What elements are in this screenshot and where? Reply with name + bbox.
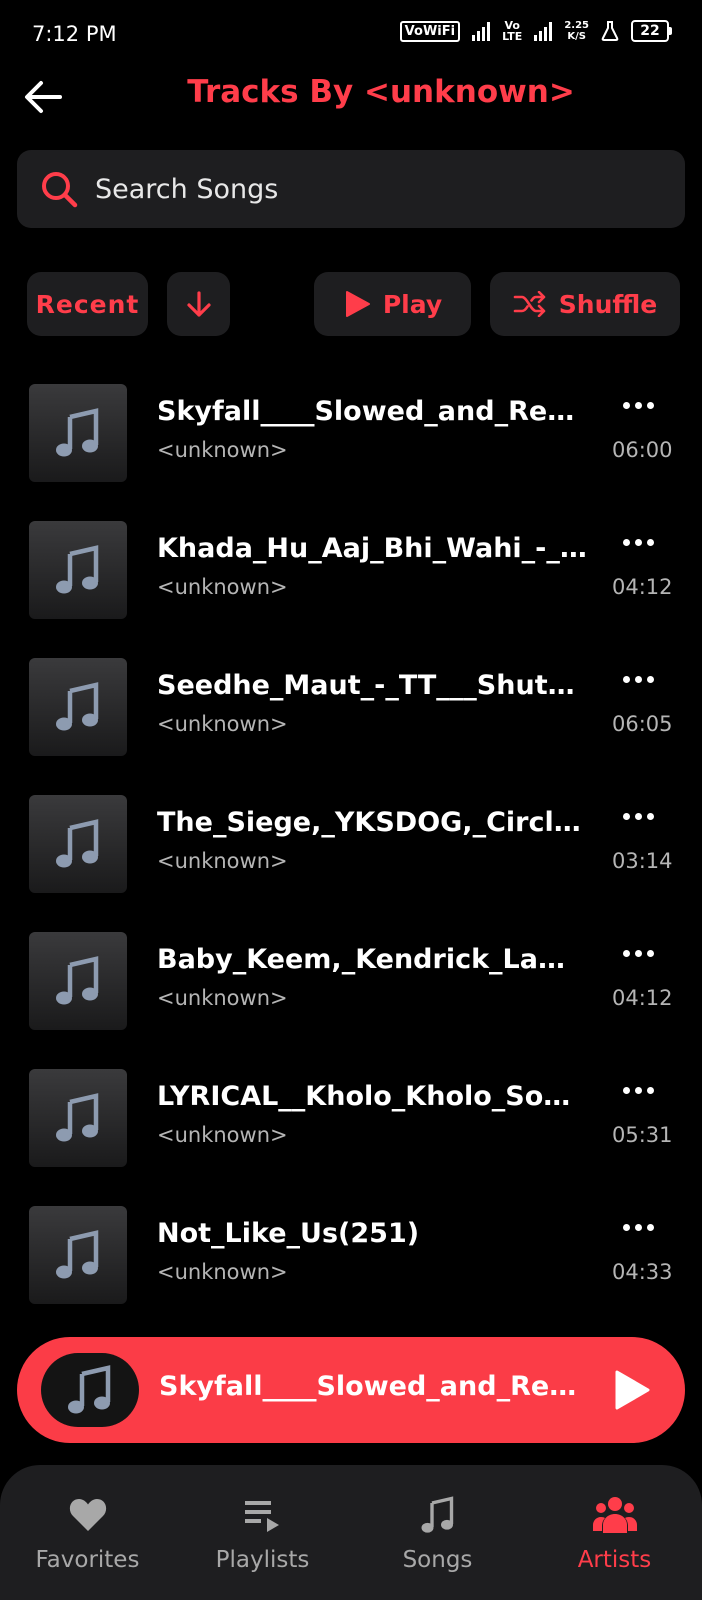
track-title: Khada_Hu_Aaj_Bhi_Wahi_-_Slowed xyxy=(157,533,587,564)
mini-player-play-button[interactable] xyxy=(607,1367,657,1413)
album-art xyxy=(29,1069,127,1167)
track-duration: 06:00 xyxy=(612,438,673,462)
volte-badge: Vo LTE xyxy=(502,20,522,42)
music-note-icon xyxy=(420,1495,456,1535)
nav-songs[interactable]: Songs xyxy=(350,1465,525,1600)
track-row[interactable]: LYRICAL__Kholo_Kholo_Song_Taare <unknown… xyxy=(0,1059,702,1196)
play-icon xyxy=(345,291,370,317)
status-icons: VoWiFi Vo LTE 2.25 K/S 22 xyxy=(399,20,672,42)
flask-icon xyxy=(601,21,619,41)
more-options-button[interactable] xyxy=(613,803,663,829)
track-title: Skyfall____Slowed_and_Reverb xyxy=(157,396,587,427)
track-row[interactable]: Not_Like_Us(251) <unknown> 04:33 xyxy=(0,1196,702,1333)
heart-icon xyxy=(68,1495,108,1535)
shuffle-label: Shuffle xyxy=(558,289,658,319)
track-row[interactable]: Khada_Hu_Aaj_Bhi_Wahi_-_Slowed <unknown>… xyxy=(0,511,702,648)
album-art xyxy=(29,795,127,893)
nav-label: Artists xyxy=(577,1547,652,1573)
people-icon xyxy=(592,1495,637,1535)
playlist-icon xyxy=(243,1495,283,1535)
sort-recent-label: Recent xyxy=(35,289,140,319)
nav-playlists[interactable]: Playlists xyxy=(175,1465,350,1600)
arrow-down-icon xyxy=(186,291,211,317)
track-title: LYRICAL__Kholo_Kholo_Song_Taare xyxy=(157,1081,587,1112)
play-all-button[interactable]: Play xyxy=(314,272,471,336)
album-art xyxy=(29,521,127,619)
nav-artists[interactable]: Artists xyxy=(527,1465,702,1600)
music-note-icon xyxy=(56,1230,99,1279)
net-speed-value: 2.25 xyxy=(564,20,589,31)
screen: 7:12 PM VoWiFi Vo LTE 2.25 K/S 22 Tracks… xyxy=(0,0,702,1600)
music-note-icon xyxy=(56,408,99,457)
search-icon xyxy=(42,172,78,208)
track-artist: <unknown> xyxy=(157,849,288,873)
album-art xyxy=(29,384,127,482)
track-duration: 03:14 xyxy=(612,849,673,873)
battery-icon: 22 xyxy=(631,20,672,42)
music-note-icon xyxy=(56,682,99,731)
music-note-icon xyxy=(56,956,99,1005)
track-artist: <unknown> xyxy=(157,1123,288,1147)
track-duration: 04:33 xyxy=(612,1260,673,1284)
bottom-nav: Favorites Playlists Songs Artists xyxy=(0,1465,702,1600)
status-time: 7:12 PM xyxy=(32,22,117,46)
net-speed: 2.25 K/S xyxy=(564,20,589,42)
status-bar: 7:12 PM VoWiFi Vo LTE 2.25 K/S 22 xyxy=(0,0,702,70)
sort-order-button[interactable] xyxy=(167,272,230,336)
net-speed-unit: K/S xyxy=(567,31,586,42)
album-art xyxy=(29,658,127,756)
track-duration: 04:12 xyxy=(612,986,673,1010)
track-duration: 05:31 xyxy=(612,1123,673,1147)
more-options-button[interactable] xyxy=(613,940,663,966)
signal-icon-2 xyxy=(534,21,553,41)
search-bar[interactable] xyxy=(17,150,685,228)
signal-icon xyxy=(472,21,491,41)
album-art xyxy=(29,1206,127,1304)
shuffle-button[interactable]: Shuffle xyxy=(490,272,680,336)
battery-level: 22 xyxy=(631,20,669,42)
nav-label: Playlists xyxy=(215,1547,310,1573)
volte-bottom: LTE xyxy=(502,30,523,43)
play-icon xyxy=(615,1370,650,1410)
music-note-icon xyxy=(68,1365,111,1414)
music-note-icon xyxy=(56,819,99,868)
track-duration: 06:05 xyxy=(612,712,673,736)
track-title: The_Siege,_YKSDOG,_Circle_Tower xyxy=(157,807,587,838)
mini-player-title: Skyfall____Slowed_and_Reverb xyxy=(159,1371,589,1402)
mini-player-album-art xyxy=(41,1353,139,1427)
music-note-icon xyxy=(56,545,99,594)
track-title: Seedhe_Maut_-_TT___Shutdown xyxy=(157,670,587,701)
vowifi-badge: VoWiFi xyxy=(399,20,461,42)
more-options-button[interactable] xyxy=(613,1077,663,1103)
nav-label: Favorites xyxy=(35,1547,140,1573)
track-title: Baby_Keem,_Kendrick_Lamar_-_Family xyxy=(157,944,587,975)
track-row[interactable]: Skyfall____Slowed_and_Reverb <unknown> 0… xyxy=(0,374,702,511)
track-row[interactable]: Baby_Keem,_Kendrick_Lamar_-_Family <unkn… xyxy=(0,922,702,1059)
track-row[interactable]: The_Siege,_YKSDOG,_Circle_Tower <unknown… xyxy=(0,785,702,922)
track-artist: <unknown> xyxy=(157,986,288,1010)
play-all-label: Play xyxy=(382,289,443,319)
nav-favorites[interactable]: Favorites xyxy=(0,1465,175,1600)
search-input[interactable] xyxy=(95,173,655,205)
shuffle-icon xyxy=(513,291,546,317)
more-options-button[interactable] xyxy=(613,529,663,555)
track-artist: <unknown> xyxy=(157,438,288,462)
more-options-button[interactable] xyxy=(613,1214,663,1240)
page-title: Tracks By <unknown> xyxy=(187,74,575,110)
music-note-icon xyxy=(56,1093,99,1142)
track-artist: <unknown> xyxy=(157,712,288,736)
track-row[interactable]: Seedhe_Maut_-_TT___Shutdown <unknown> 06… xyxy=(0,648,702,785)
album-art xyxy=(29,932,127,1030)
sort-recent-button[interactable]: Recent xyxy=(27,272,148,336)
track-artist: <unknown> xyxy=(157,1260,288,1284)
track-title: Not_Like_Us(251) xyxy=(157,1218,420,1249)
track-artist: <unknown> xyxy=(157,575,288,599)
nav-label: Songs xyxy=(402,1547,473,1573)
more-options-button[interactable] xyxy=(613,666,663,692)
track-list: Skyfall____Slowed_and_Reverb <unknown> 0… xyxy=(0,374,702,1333)
more-options-button[interactable] xyxy=(613,392,663,418)
track-duration: 04:12 xyxy=(612,575,673,599)
mini-player[interactable]: Skyfall____Slowed_and_Reverb xyxy=(17,1337,685,1443)
